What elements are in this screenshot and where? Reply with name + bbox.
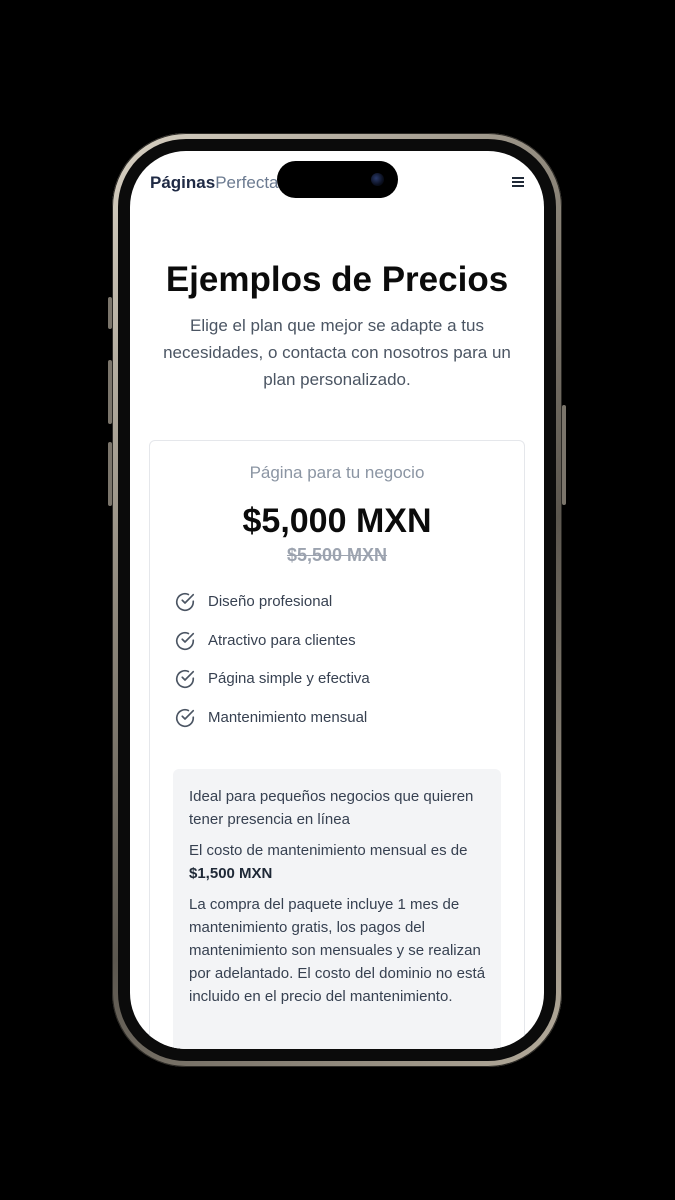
hamburger-menu-icon[interactable] [512,173,526,191]
front-camera-icon [371,173,384,186]
plan-name: Página para tu negocio [249,463,425,482]
maintenance-amount: $1,500 MXN [189,865,273,882]
power-button [562,405,566,505]
page-subtitle: Elige el plan que mejor se adapte a tus … [163,316,511,389]
volume-down-button [108,442,112,506]
site-logo[interactable]: PáginasPerfectas [150,173,287,193]
check-circle-icon [175,709,195,728]
plan-ideal-text: Ideal para pequeños negocios que quieren… [189,788,474,828]
feature-text: Atractivo para clientes [208,631,356,649]
logo-strong-text: Páginas [150,173,216,192]
check-circle-icon [175,670,195,689]
feature-item: Mantenimiento mensual [174,707,504,746]
check-circle-icon [175,593,195,611]
plan-info-box: Ideal para pequeños negocios que quieren… [173,769,501,1049]
maintenance-prefix: El costo de mantenimiento mensual es de [189,842,468,859]
feature-text: Mantenimiento mensual [208,709,368,727]
plan-old-price: $5,500 MXN [286,545,388,565]
feature-list: Diseño profesional Atractivo para client… [174,591,504,746]
check-circle-icon [175,631,195,650]
feature-item: Página simple y efectiva [174,668,504,707]
volume-up-button [108,360,112,424]
feature-item: Atractivo para clientes [174,630,504,669]
maintenance-cost-text: El costo de mantenimiento mensual es de $… [189,839,489,885]
feature-text: Página simple y efectiva [208,670,370,688]
plan-price: $5,000 MXN [242,502,432,540]
plan-details-text: La compra del paquete incluye 1 mes de m… [189,896,486,1005]
phone-screen: PáginasPerfectas Ejemplos de Precios Eli… [130,151,544,1049]
pricing-card: Página para tu negocio $5,000 MXN $5,500… [149,440,525,1049]
page-title: Ejemplos de Precios [165,260,509,299]
feature-text: Diseño profesional [208,593,333,610]
feature-item: Diseño profesional [174,591,504,630]
action-button [108,297,112,329]
stage: PáginasPerfectas Ejemplos de Precios Eli… [0,0,675,1200]
dynamic-island [277,161,398,198]
